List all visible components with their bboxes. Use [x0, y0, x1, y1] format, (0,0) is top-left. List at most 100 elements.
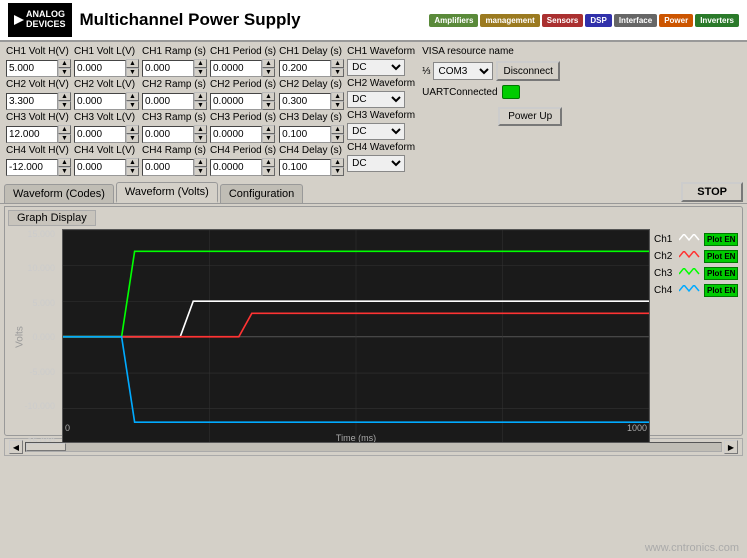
tab-waveform-volts[interactable]: Waveform (Volts) [116, 182, 218, 203]
ch1-period-down[interactable]: ▼ [262, 68, 275, 77]
ch2-volt-l-up[interactable]: ▲ [126, 92, 139, 101]
ch3-volt-l-label: CH3 Volt L(V) [74, 112, 139, 123]
logo-line2: DEVICES [26, 20, 66, 30]
ch3-period-up[interactable]: ▲ [262, 125, 275, 134]
ch3-volt-l-input[interactable] [74, 126, 126, 143]
ch2-period-up[interactable]: ▲ [262, 92, 275, 101]
ch4-volt-l-down[interactable]: ▼ [126, 167, 139, 176]
ch2-ramp-up[interactable]: ▲ [194, 92, 207, 101]
ch3-ramp-down[interactable]: ▼ [194, 134, 207, 143]
stop-button[interactable]: STOP [681, 182, 743, 202]
scroll-thumb[interactable] [26, 443, 66, 451]
tab-waveform-codes[interactable]: Waveform (Codes) [4, 184, 114, 203]
ch2-delay-up[interactable]: ▲ [331, 92, 344, 101]
ch4-delay-input[interactable] [279, 159, 331, 176]
ch1-waveform-select[interactable]: DC [347, 59, 405, 76]
legend-ch1-label: Ch1 [654, 234, 676, 245]
ch1-volt-h-down[interactable]: ▼ [58, 68, 71, 77]
ch3-plot-en-button[interactable]: Plot EN [704, 267, 738, 280]
waveform-column: CH1 Waveform DC CH2 Waveform DC CH3 Wave… [347, 46, 415, 172]
power-up-button[interactable]: Power Up [498, 107, 562, 126]
ch3-volt-l-up[interactable]: ▲ [126, 125, 139, 134]
ch1-volt-l-down[interactable]: ▼ [126, 68, 139, 77]
ch3-delay-up[interactable]: ▲ [331, 125, 344, 134]
ch2-volt-l-down[interactable]: ▼ [126, 101, 139, 110]
nav-sensors[interactable]: Sensors [542, 14, 584, 27]
nav-management[interactable]: management [480, 14, 539, 27]
nav-bar: Amplifiers management Sensors DSP Interf… [429, 14, 739, 27]
ch4-plot-en-button[interactable]: Plot EN [704, 284, 738, 297]
legend-ch4: Ch4 Plot EN [654, 284, 739, 297]
ch3-delay-down[interactable]: ▼ [331, 134, 344, 143]
ch4-ramp-down[interactable]: ▼ [194, 167, 207, 176]
logo-box: ANALOG DEVICES [8, 3, 72, 37]
ch2-period-down[interactable]: ▼ [262, 101, 275, 110]
ch1-ramp-down[interactable]: ▼ [194, 68, 207, 77]
ch4-volt-l-input[interactable] [74, 159, 126, 176]
ch4-period-down[interactable]: ▼ [262, 167, 275, 176]
ch1-period-input[interactable] [210, 60, 262, 77]
delay-column: CH1 Delay (s) ▲ ▼ CH2 Delay (s) ▲ ▼ CH3 … [279, 46, 344, 176]
ch2-delay-down[interactable]: ▼ [331, 101, 344, 110]
ch4-waveform-select[interactable]: DC [347, 155, 405, 172]
ch1-waveform-label: CH1 Waveform [347, 46, 415, 57]
ch3-waveform-select[interactable]: DC [347, 123, 405, 140]
nav-amplifiers[interactable]: Amplifiers [429, 14, 478, 27]
ch3-volt-h-up[interactable]: ▲ [58, 125, 71, 134]
ch3-ramp-up[interactable]: ▲ [194, 125, 207, 134]
legend-ch2: Ch2 Plot EN [654, 250, 739, 263]
ch1-volt-l-up[interactable]: ▲ [126, 59, 139, 68]
ch4-ramp-input[interactable] [142, 159, 194, 176]
ch3-period-down[interactable]: ▼ [262, 134, 275, 143]
ch1-volt-l-input[interactable] [74, 60, 126, 77]
ch1-delay-input[interactable] [279, 60, 331, 77]
ch2-period-input[interactable] [210, 93, 262, 110]
nav-interface[interactable]: Interface [614, 14, 657, 27]
ch1-delay-up[interactable]: ▲ [331, 59, 344, 68]
ch2-plot-en-button[interactable]: Plot EN [704, 250, 738, 263]
ch1-delay-down[interactable]: ▼ [331, 68, 344, 77]
ch3-volt-h-down[interactable]: ▼ [58, 134, 71, 143]
legend-ch2-label: Ch2 [654, 251, 676, 262]
ch1-ramp-up[interactable]: ▲ [194, 59, 207, 68]
ch2-delay-input[interactable] [279, 93, 331, 110]
legend-ch3-label: Ch3 [654, 268, 676, 279]
x-tick-1000: 1000 [627, 423, 647, 433]
ch3-delay-input[interactable] [279, 126, 331, 143]
disconnect-button[interactable]: Disconnect [496, 61, 559, 81]
ch2-ramp-input[interactable] [142, 93, 194, 110]
ch1-period-up[interactable]: ▲ [262, 59, 275, 68]
ch1-ramp-input[interactable] [142, 60, 194, 77]
ch1-plot-en-button[interactable]: Plot EN [704, 233, 738, 246]
ch2-volt-h-input[interactable] [6, 93, 58, 110]
ch2-volt-h-up[interactable]: ▲ [58, 92, 71, 101]
ch1-volt-h-up[interactable]: ▲ [58, 59, 71, 68]
ch4-volt-l-up[interactable]: ▲ [126, 158, 139, 167]
ch3-volt-h-input[interactable] [6, 126, 58, 143]
ch2-volt-l-input[interactable] [74, 93, 126, 110]
ch3-waveform-label: CH3 Waveform [347, 110, 415, 121]
ch4-period-input[interactable] [210, 159, 262, 176]
ch4-delay-down[interactable]: ▼ [331, 167, 344, 176]
ch4-delay-up[interactable]: ▲ [331, 158, 344, 167]
ch4-volt-h-down[interactable]: ▼ [58, 167, 71, 176]
ch2-volt-h-down[interactable]: ▼ [58, 101, 71, 110]
ch4-period-up[interactable]: ▲ [262, 158, 275, 167]
nav-power[interactable]: Power [659, 14, 693, 27]
ch4-volt-h-input[interactable] [6, 159, 58, 176]
nav-dsp[interactable]: DSP [585, 14, 611, 27]
ch3-ramp-input[interactable] [142, 126, 194, 143]
tab-configuration[interactable]: Configuration [220, 184, 303, 203]
ch4-ramp-up[interactable]: ▲ [194, 158, 207, 167]
ch3-delay-label: CH3 Delay (s) [279, 112, 344, 123]
ch2-ramp-down[interactable]: ▼ [194, 101, 207, 110]
ch3-volt-l-down[interactable]: ▼ [126, 134, 139, 143]
ch1-volt-h-input[interactable] [6, 60, 58, 77]
ch4-volt-h-up[interactable]: ▲ [58, 158, 71, 167]
com-select[interactable]: COM3COM1COM2COM4 [433, 62, 493, 80]
ch2-waveform-select[interactable]: DC [347, 91, 405, 108]
ch3-period-input[interactable] [210, 126, 262, 143]
scroll-right-button[interactable]: ▶ [724, 440, 738, 454]
tabs-bar: Waveform (Codes) Waveform (Volts) Config… [0, 178, 747, 204]
nav-inverters[interactable]: Inverters [695, 14, 739, 27]
